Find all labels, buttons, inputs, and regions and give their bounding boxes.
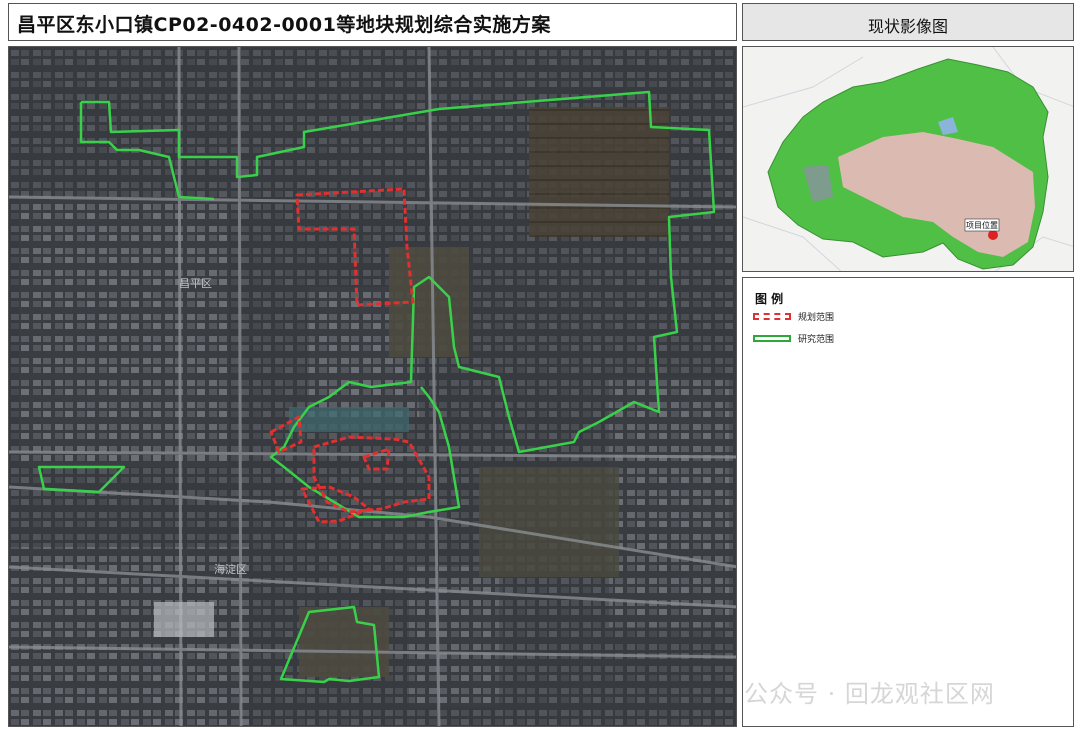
project-marker: [988, 230, 998, 240]
legend-panel: 图 例 规划范围 研究范围: [742, 277, 1074, 727]
legend-label: 规划范围: [798, 313, 835, 323]
residential-area-southeast: [409, 567, 499, 707]
title-bar: 昌平区东小口镇CP02-0402-0001等地块规划综合实施方案: [8, 3, 737, 41]
warehouse-roofs: [154, 602, 214, 637]
open-land-east: [479, 467, 619, 577]
residential-area-west: [19, 197, 229, 467]
label-changping: 昌平区: [179, 277, 212, 290]
legend-swatch-green-solid: [753, 335, 791, 342]
watermark: 公众号 · 回龙观社区网: [744, 680, 995, 708]
legend-swatch-red-dashed: [753, 313, 791, 320]
project-location-label: 项目位置: [966, 220, 998, 230]
map-subtitle: 现状影像图: [867, 17, 948, 36]
satellite-map[interactable]: 昌平区 海淀区: [8, 46, 737, 727]
subtitle-bar: 现状影像图: [742, 3, 1074, 41]
farmland: [529, 107, 669, 237]
residential-area-east: [609, 377, 729, 627]
satellite-map-canvas: 昌平区 海淀区: [9, 47, 736, 726]
open-land: [389, 247, 469, 357]
map-title: 昌平区东小口镇CP02-0402-0001等地块规划综合实施方案: [17, 14, 551, 36]
legend-label: 研究范围: [798, 335, 835, 345]
locator-map[interactable]: 项目位置: [742, 46, 1074, 272]
legend-title: 图 例: [755, 292, 784, 306]
locator-map-canvas: 项目位置: [743, 47, 1073, 271]
label-haidian: 海淀区: [214, 562, 247, 576]
